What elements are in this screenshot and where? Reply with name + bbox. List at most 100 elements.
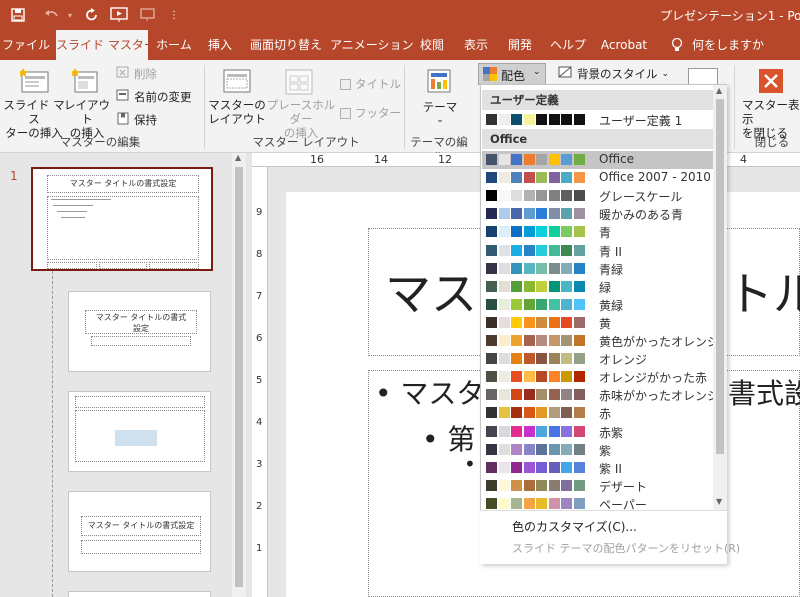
color-swatch [548,226,560,238]
layout-thumbnail-title[interactable]: マスター タイトルの書式 設定 [68,291,211,372]
tab-insert[interactable]: 挿入 [198,30,242,60]
layout-thumbnail-content[interactable] [68,391,211,472]
color-swatch [573,280,585,292]
theme-button[interactable]: テーマ [418,100,462,114]
color-swatch [536,244,547,256]
color-scheme-name: オレンジがかった赤 [599,371,708,386]
customize-qat-icon[interactable]: ⋮ [168,5,180,25]
color-scheme-item[interactable]: 黄色がかったオレンジ [482,332,719,350]
color-scheme-name: 青緑 [599,262,624,277]
present-icon[interactable] [138,5,158,25]
tab-developer[interactable]: 開発 [500,30,540,60]
color-scheme-item[interactable]: オレンジ [482,350,717,368]
tab-help[interactable]: ヘルプ [544,30,592,60]
theme-icon [426,68,452,97]
preserve-button[interactable]: 保持 [116,112,157,128]
color-scheme-item[interactable]: 青 [482,223,717,241]
dropdown-scrollbar[interactable]: ▲ ▼ [713,85,727,510]
customize-colors-item[interactable]: 色のカスタマイズ(C)... [512,518,637,535]
tab-view[interactable]: 表示 [456,30,496,60]
tab-transitions[interactable]: 画面切り替え [246,30,326,60]
slide-title-text: マス [385,267,477,321]
tab-file[interactable]: ファイル [0,30,52,60]
color-scheme-item[interactable]: オレンジがかった赤 [482,368,717,386]
scroll-up-icon[interactable]: ▲ [716,86,722,95]
color-scheme-item[interactable]: 赤 [482,404,717,422]
color-swatch [573,497,585,509]
thumbnail-scrollbar[interactable]: ▲ [232,153,246,597]
thumbnail-text-line [53,205,93,206]
undo-icon[interactable] [42,5,62,25]
layout-thumbnail[interactable] [68,591,211,597]
color-swatch [511,190,522,202]
color-swatch [498,353,510,365]
color-scheme-item[interactable]: 青緑 [482,260,717,278]
color-scheme-item[interactable]: 赤味がかったオレンジ [482,386,719,404]
color-swatch [511,335,522,346]
save-icon[interactable] [8,5,28,25]
color-scheme-item[interactable]: デザート [482,477,717,495]
slideshow-icon[interactable] [108,5,130,25]
color-swatch [498,425,510,437]
color-swatch [536,154,547,165]
theme-dropdown-icon[interactable]: ⌄ [418,113,462,127]
color-swatch [511,316,522,328]
footer-checkbox[interactable]: フッター [340,105,401,121]
scroll-up-icon[interactable]: ▲ [235,153,241,162]
delete-button[interactable]: 削除 [116,66,157,82]
color-swatch [561,407,572,419]
color-scheme-item[interactable]: 赤紫 [482,423,717,441]
redo-icon[interactable] [82,5,102,25]
color-swatch [486,262,497,274]
color-scheme-item[interactable]: ユーザー定義 1 [482,111,717,129]
color-swatch [523,389,535,401]
colors-button[interactable]: 配色 ⌄ [478,63,546,85]
scrollbar-thumb[interactable] [235,167,243,587]
ruler-label: 1 [256,543,263,554]
master-layout-button[interactable]: マスターの レイアウト [208,98,266,126]
color-swatch [573,208,585,220]
reset-colors-item[interactable]: スライド テーマの配色パターンをリセット(R) [512,540,740,556]
scroll-down-icon[interactable]: ▼ [716,497,722,506]
dropdown-footer: 色のカスタマイズ(C)... スライド テーマの配色パターンをリセット(R) [480,510,740,564]
undo-dropdown-icon[interactable]: ▾ [64,5,76,25]
color-swatch [486,244,497,256]
color-swatch [536,298,547,310]
color-swatch [523,461,535,473]
color-swatch [561,208,572,220]
color-scheme-item[interactable]: 暖かみのある青 [482,205,717,223]
layout-thumbnail-section[interactable]: マスター タイトルの書式設定 [68,491,211,572]
color-swatch [536,335,547,346]
tab-slide-master[interactable]: スライド マスター [56,30,156,60]
tab-home[interactable]: ホーム [152,30,196,60]
color-swatch [548,371,560,383]
background-styles-button[interactable]: 背景のスタイル ⌄ [558,66,669,82]
tab-review[interactable]: 校閲 [412,30,452,60]
color-scheme-item[interactable]: グレースケール [482,187,717,205]
color-scheme-item[interactable]: 黄 [482,314,717,332]
scrollbar-thumb[interactable] [716,99,724,454]
color-scheme-name: グレースケール [599,190,683,205]
color-swatch [486,172,497,184]
color-swatch [498,262,510,274]
color-swatch [511,298,522,310]
color-swatch [486,407,497,419]
color-scheme-item[interactable]: Office 2007 - 2010 [482,169,717,187]
rename-button[interactable]: 名前の変更 [116,89,192,105]
tab-acrobat[interactable]: Acrobat [596,30,652,60]
title-checkbox[interactable]: タイトル [340,76,401,92]
master-slide-thumbnail[interactable]: マスター タイトルの書式設定 [31,167,213,271]
color-swatch [536,262,547,274]
color-scheme-item[interactable]: 緑 [482,278,717,296]
color-swatch [573,298,585,310]
color-swatch [511,244,522,256]
color-scheme-item[interactable]: Office [482,151,717,169]
color-scheme-item[interactable]: 青 II [482,242,717,260]
color-scheme-item[interactable]: 紫 [482,441,717,459]
tab-animations[interactable]: アニメーション [330,30,414,60]
color-swatch [561,479,572,491]
color-scheme-item[interactable]: 黄緑 [482,296,717,314]
tell-me-search[interactable]: 何をしますか [692,30,782,60]
color-scheme-item[interactable]: 紫 II [482,459,717,477]
color-swatch [498,407,510,419]
